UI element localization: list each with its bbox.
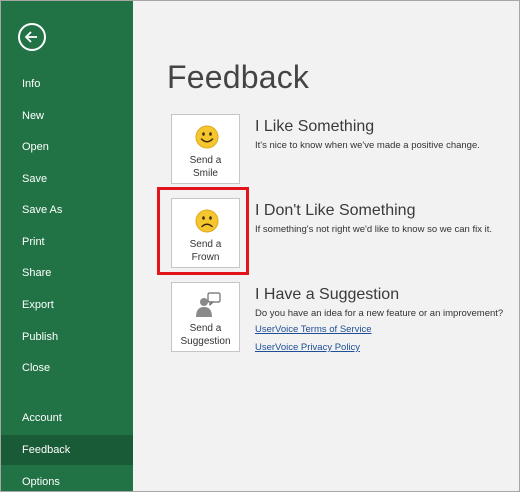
back-button[interactable] [18, 23, 46, 51]
sidebar-item-open[interactable]: Open [1, 132, 133, 162]
page-title: Feedback [167, 59, 310, 95]
window-frame: Info New Open Save Save As Print Share E… [0, 0, 520, 492]
sidebar-item-close[interactable]: Close [1, 353, 133, 383]
option-desc-suggestion: Do you have an idea for a new feature or… [255, 308, 504, 319]
person-speech-icon [194, 291, 222, 319]
option-desc-dislike: If something's not right we'd like to kn… [255, 224, 493, 235]
arrow-left-circle-icon [24, 31, 37, 43]
sidebar-item-export[interactable]: Export [1, 290, 133, 320]
sidebar-item-save-as[interactable]: Save As [1, 195, 133, 225]
sidebar-item-info[interactable]: Info [1, 69, 133, 99]
frown-icon [195, 209, 219, 233]
uservoice-privacy-link[interactable]: UserVoice Privacy Policy [255, 342, 360, 353]
tile-label: Send a Suggestion [180, 323, 231, 347]
sidebar-item-new[interactable]: New [1, 101, 133, 131]
sidebar-item-publish[interactable]: Publish [1, 322, 133, 352]
sidebar-item-feedback[interactable]: Feedback [1, 435, 133, 465]
sidebar-item-account[interactable]: Account [1, 403, 133, 433]
send-smile-button[interactable]: Send a Smile [171, 114, 240, 184]
option-title-dislike: I Don't Like Something [255, 202, 416, 219]
sidebar-item-options[interactable]: Options [1, 467, 133, 491]
send-suggestion-button[interactable]: Send a Suggestion [171, 282, 240, 352]
tile-label: Send a Frown [189, 239, 222, 263]
smile-icon [195, 125, 219, 149]
tile-label: Send a Smile [189, 155, 222, 179]
option-title-like: I Like Something [255, 118, 375, 135]
send-frown-button[interactable]: Send a Frown [171, 198, 240, 268]
option-title-suggestion: I Have a Suggestion [255, 286, 400, 303]
uservoice-terms-link[interactable]: UserVoice Terms of Service [255, 324, 372, 335]
sidebar-item-share[interactable]: Share [1, 258, 133, 288]
backstage-sidebar: Info New Open Save Save As Print Share E… [1, 1, 133, 491]
sidebar-item-save[interactable]: Save [1, 164, 133, 194]
option-desc-like: It's nice to know when we've made a posi… [255, 140, 480, 151]
sidebar-item-print[interactable]: Print [1, 227, 133, 257]
feedback-panel: Feedback Send a Smile I Like Something I… [134, 1, 519, 491]
